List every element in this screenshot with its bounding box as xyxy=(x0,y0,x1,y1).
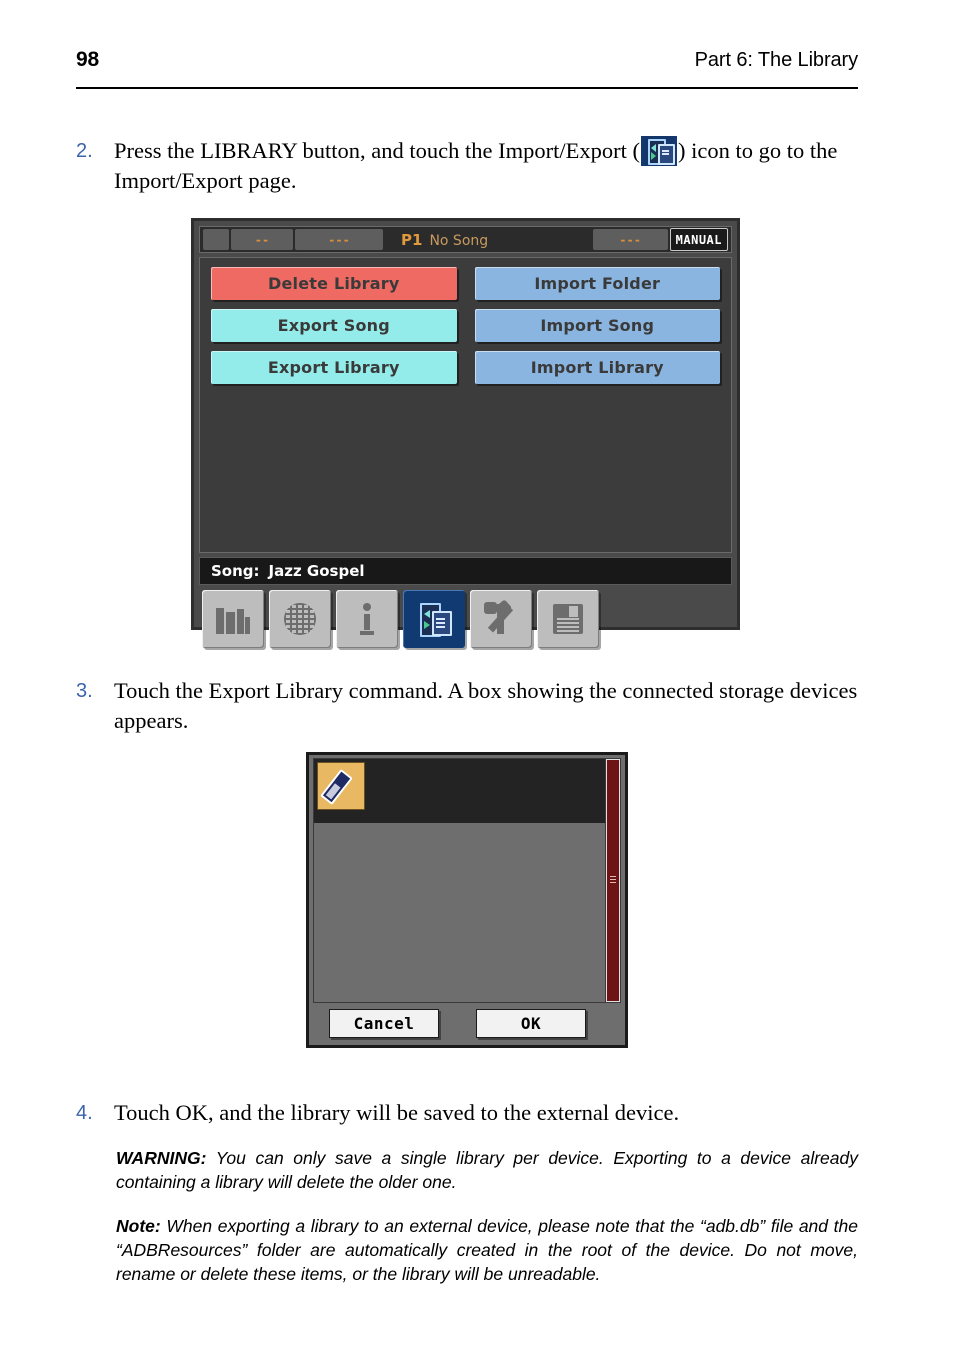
save-disk-icon xyxy=(553,604,583,634)
tab-save[interactable] xyxy=(537,590,599,648)
step-4: 4. Touch OK, and the library will be sav… xyxy=(76,1098,866,1128)
status-mode-badge: MANUAL xyxy=(669,228,728,251)
page-header: 98 Part 6: The Library xyxy=(76,48,858,72)
scrollbar-grip[interactable] xyxy=(610,875,616,885)
tab-utilities[interactable] xyxy=(470,590,532,648)
books-icon xyxy=(216,604,250,634)
status-song-name: No Song xyxy=(429,232,489,249)
song-bar-value: Jazz Gospel xyxy=(268,562,365,580)
tab-info[interactable] xyxy=(336,590,398,648)
step-4-number: 4. xyxy=(76,1102,93,1124)
import-folder-button[interactable]: Import Folder xyxy=(474,267,720,300)
import-export-icon xyxy=(416,600,452,638)
globe-icon xyxy=(284,603,316,635)
page-number: 98 xyxy=(76,48,99,71)
step-2-text: Press the LIBRARY button, and touch the … xyxy=(114,136,866,196)
note-label: Note: xyxy=(116,1216,161,1236)
status-song-display: P1 No Song xyxy=(385,231,591,249)
device-song-bar: Song: Jazz Gospel xyxy=(199,557,732,585)
export-library-button[interactable]: Export Library xyxy=(211,351,457,384)
device-list-area xyxy=(313,758,609,1003)
status-segment-2: -- xyxy=(231,229,293,250)
step-2-number: 2. xyxy=(76,140,93,162)
status-segment-1 xyxy=(203,229,229,250)
import-library-button[interactable]: Import Library xyxy=(474,351,720,384)
status-song-id: P1 xyxy=(401,230,423,249)
ok-button[interactable]: OK xyxy=(476,1008,586,1038)
header-divider xyxy=(76,87,858,89)
dialog-button-bar: Cancel OK xyxy=(309,1001,625,1045)
storage-device-dialog-figure: Cancel OK xyxy=(306,752,628,1048)
song-bar-label: Song: xyxy=(211,562,260,580)
warning-callout: WARNING: You can only save a single libr… xyxy=(116,1146,858,1194)
delete-library-button[interactable]: Delete Library xyxy=(211,267,457,300)
tab-library[interactable] xyxy=(202,590,264,648)
step-3: 3. Touch the Export Library command. A b… xyxy=(76,676,866,736)
import-export-button-grid: Delete Library Import Folder Export Song… xyxy=(211,267,720,384)
status-segment-3: --- xyxy=(295,229,383,250)
device-main-panel: Delete Library Import Folder Export Song… xyxy=(199,257,732,553)
device-status-bar: -- --- P1 No Song --- MANUAL xyxy=(199,226,732,253)
tools-icon xyxy=(483,599,519,636)
step-2-text-before: Press the LIBRARY button, and touch the … xyxy=(114,138,640,163)
warning-label: WARNING: xyxy=(116,1148,207,1168)
step-3-text: Touch the Export Library command. A box … xyxy=(114,678,858,733)
usb-device-icon[interactable] xyxy=(317,762,365,810)
step-3-number: 3. xyxy=(76,680,93,702)
device-tab-toolbar xyxy=(199,590,732,650)
step-4-text: Touch OK, and the library will be saved … xyxy=(114,1100,680,1125)
warning-text: You can only save a single library per d… xyxy=(116,1148,858,1192)
import-song-button[interactable]: Import Song xyxy=(474,309,720,342)
cancel-button[interactable]: Cancel xyxy=(329,1008,439,1038)
tab-network[interactable] xyxy=(269,590,331,648)
info-icon xyxy=(360,603,374,635)
device-list-row xyxy=(314,759,608,823)
status-segment-4: --- xyxy=(592,229,668,250)
note-text: When exporting a library to an external … xyxy=(116,1216,858,1284)
export-song-button[interactable]: Export Song xyxy=(211,309,457,342)
device-list-scrollbar[interactable] xyxy=(605,758,621,1003)
import-export-icon xyxy=(640,136,677,166)
tab-import-export[interactable] xyxy=(403,590,465,648)
note-callout: Note: When exporting a library to an ext… xyxy=(116,1214,858,1286)
step-2: 2. Press the LIBRARY button, and touch t… xyxy=(76,136,866,196)
device-screen-figure: -- --- P1 No Song --- MANUAL Delete Libr… xyxy=(191,218,740,648)
header-title: Part 6: The Library xyxy=(694,49,858,71)
